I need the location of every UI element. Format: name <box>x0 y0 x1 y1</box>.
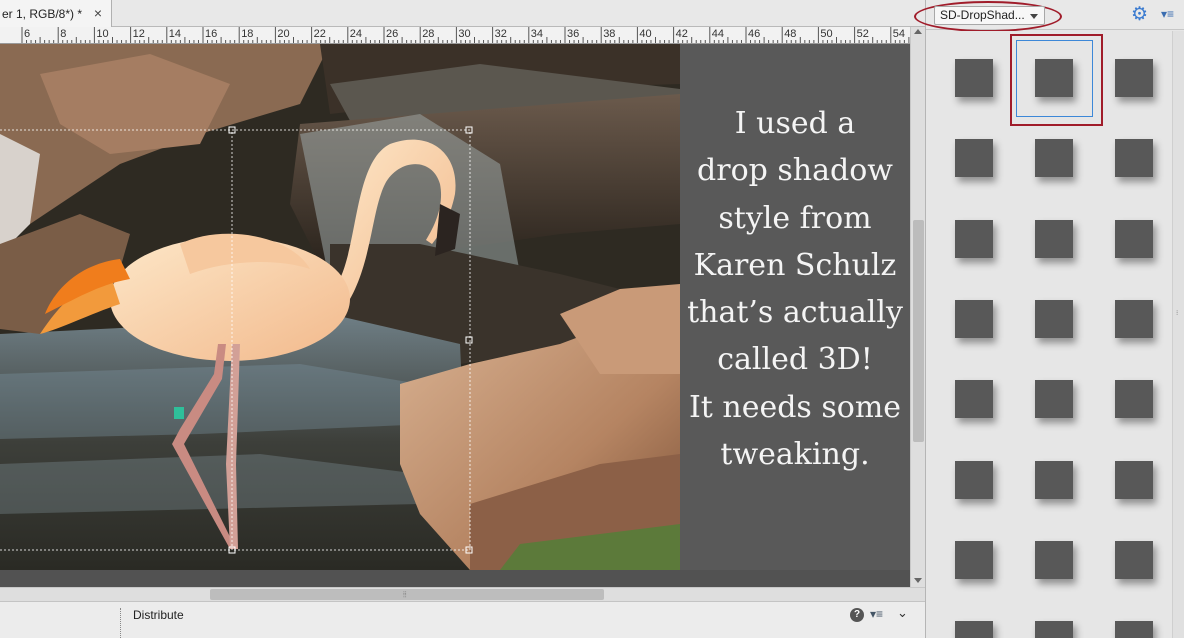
ruler-label: 54 <box>892 28 906 40</box>
scroll-down-arrow-icon[interactable] <box>914 578 922 583</box>
ruler-label: 22 <box>313 28 326 40</box>
ruler-label: 36 <box>567 28 580 40</box>
drop-shadow-style-swatch[interactable] <box>955 139 993 178</box>
quote-line: Karen Schulz <box>693 247 897 283</box>
drop-shadow-style-swatch[interactable] <box>1035 540 1073 579</box>
tool-options-bar: Distribute ? ▾≡ ⌄ <box>0 601 925 638</box>
drop-shadow-style-swatch[interactable] <box>955 460 993 499</box>
drop-shadow-style-swatch[interactable] <box>1115 460 1153 499</box>
text-panel[interactable]: I used a drop shadow style from Karen Schul… <box>680 44 910 570</box>
drop-shadow-style-swatch[interactable] <box>1115 219 1153 258</box>
ruler-label: 42 <box>675 28 688 40</box>
distribute-label: Distribute <box>133 608 184 622</box>
styles-panel-header: SD-DropShad... ⚙ ▾≡ <box>914 0 1184 32</box>
drop-shadow-style-swatch[interactable] <box>955 621 993 638</box>
ruler-label: 30 <box>458 28 471 40</box>
ruler-label: 40 <box>639 28 652 40</box>
canvas-area[interactable]: I used a drop shadow style from Karen Schul… <box>0 44 910 587</box>
style-swatch-grid <box>926 31 1171 638</box>
vertical-scrollbar[interactable] <box>910 27 925 587</box>
drop-shadow-style-swatch[interactable] <box>1115 59 1153 97</box>
ruler-label: 6 <box>24 28 31 40</box>
drop-shadow-style-swatch[interactable] <box>1115 540 1153 579</box>
quote-text[interactable]: I used a drop shadow style from Karen Schul… <box>680 100 910 478</box>
vertical-scroll-thumb[interactable] <box>913 220 924 442</box>
gear-icon[interactable]: ⚙ <box>1131 5 1148 24</box>
scroll-up-arrow-icon[interactable] <box>914 29 922 34</box>
canvas-bottom-margin <box>0 570 910 587</box>
panel-scrollbar[interactable]: ⁝ <box>1172 31 1184 638</box>
ruler-label: 52 <box>856 28 869 40</box>
style-library-value: SD-DropShad... <box>940 8 1025 22</box>
ruler-label: 12 <box>132 28 145 40</box>
quote-line: tweaking. <box>720 437 870 473</box>
scroll-grip-icon: ⦙⦙ <box>403 590 407 599</box>
drop-shadow-style-swatch[interactable] <box>1115 139 1153 178</box>
selected-swatch-highlight <box>1010 34 1103 126</box>
quote-line: It needs some <box>688 389 902 425</box>
ruler-label: 20 <box>277 28 290 40</box>
help-icon[interactable]: ? <box>850 608 864 622</box>
horizontal-scrollbar[interactable]: ⦙⦙ <box>0 587 925 601</box>
horizontal-ruler: 6 8 10 12 14 16 18 20 22 24 26 28 30 32 34 36 38 40 42 44 46… <box>0 27 910 44</box>
drop-shadow-style-swatch[interactable] <box>955 380 993 419</box>
ruler-label: 14 <box>168 28 182 40</box>
panel-menu-icon[interactable]: ▾≡ <box>1161 8 1174 20</box>
ruler-label: 38 <box>603 28 616 40</box>
ruler-label: 24 <box>349 28 363 40</box>
ruler-label: 34 <box>530 28 544 40</box>
quote-line: that’s actually <box>687 295 903 331</box>
flamingo-photo[interactable] <box>0 44 680 570</box>
ruler-label: 32 <box>494 28 507 40</box>
options-divider <box>120 608 121 638</box>
collapse-chevron-icon[interactable]: ⌄ <box>897 605 908 621</box>
drop-shadow-style-swatch[interactable] <box>1115 621 1153 638</box>
ruler-label: 48 <box>784 28 797 40</box>
ruler-label: 46 <box>748 28 761 40</box>
ruler-label: 28 <box>422 28 435 40</box>
drop-shadow-style-swatch[interactable] <box>1115 299 1153 338</box>
drop-shadow-style-swatch[interactable] <box>955 219 993 258</box>
ruler-label: 8 <box>60 28 67 40</box>
document-tab-title: er 1, RGB/8*) * <box>2 6 83 21</box>
ruler-label: 18 <box>241 28 254 40</box>
document-tab[interactable]: er 1, RGB/8*) * × <box>0 0 112 27</box>
ruler-label: 26 <box>386 28 399 40</box>
ruler-label: 44 <box>711 28 725 40</box>
chevron-down-icon <box>1030 14 1038 19</box>
horizontal-scroll-thumb[interactable]: ⦙⦙ <box>210 589 604 600</box>
styles-panel: SD-DropShad... ⚙ ▾≡ ⁝ <box>914 0 1184 638</box>
close-icon[interactable]: × <box>94 6 102 20</box>
drop-shadow-style-swatch[interactable] <box>1035 219 1073 258</box>
quote-line: I used a <box>734 106 856 141</box>
drop-shadow-style-swatch[interactable] <box>955 299 993 338</box>
ruler-label: 16 <box>205 28 218 40</box>
drop-shadow-style-swatch[interactable] <box>1035 460 1073 499</box>
drop-shadow-style-swatch[interactable] <box>1035 621 1073 638</box>
editor-window: er 1, RGB/8*) * × 6 8 10 12 14 16 18 20 22 24 26 28… <box>0 0 1184 638</box>
ruler-label: 10 <box>96 28 109 40</box>
drop-shadow-style-swatch[interactable] <box>1035 139 1073 178</box>
drop-shadow-style-swatch[interactable] <box>1115 380 1153 419</box>
flamingo-photo-image <box>0 44 680 570</box>
quote-line: style from <box>718 200 872 236</box>
drop-shadow-style-swatch[interactable] <box>955 59 993 97</box>
panel-scroll-grip-icon: ⁝ <box>1176 310 1179 317</box>
quote-line: called 3D! <box>717 342 873 378</box>
ruler-label: 50 <box>820 28 833 40</box>
document-tab-bar: er 1, RGB/8*) * × <box>0 0 925 27</box>
drop-shadow-style-swatch[interactable] <box>1035 380 1073 419</box>
options-menu-icon[interactable]: ▾≡ <box>870 607 883 621</box>
style-library-dropdown[interactable]: SD-DropShad... <box>934 6 1045 25</box>
drop-shadow-style-swatch[interactable] <box>1035 299 1073 338</box>
quote-line: drop shadow <box>697 153 893 189</box>
drop-shadow-style-swatch[interactable] <box>955 540 993 579</box>
